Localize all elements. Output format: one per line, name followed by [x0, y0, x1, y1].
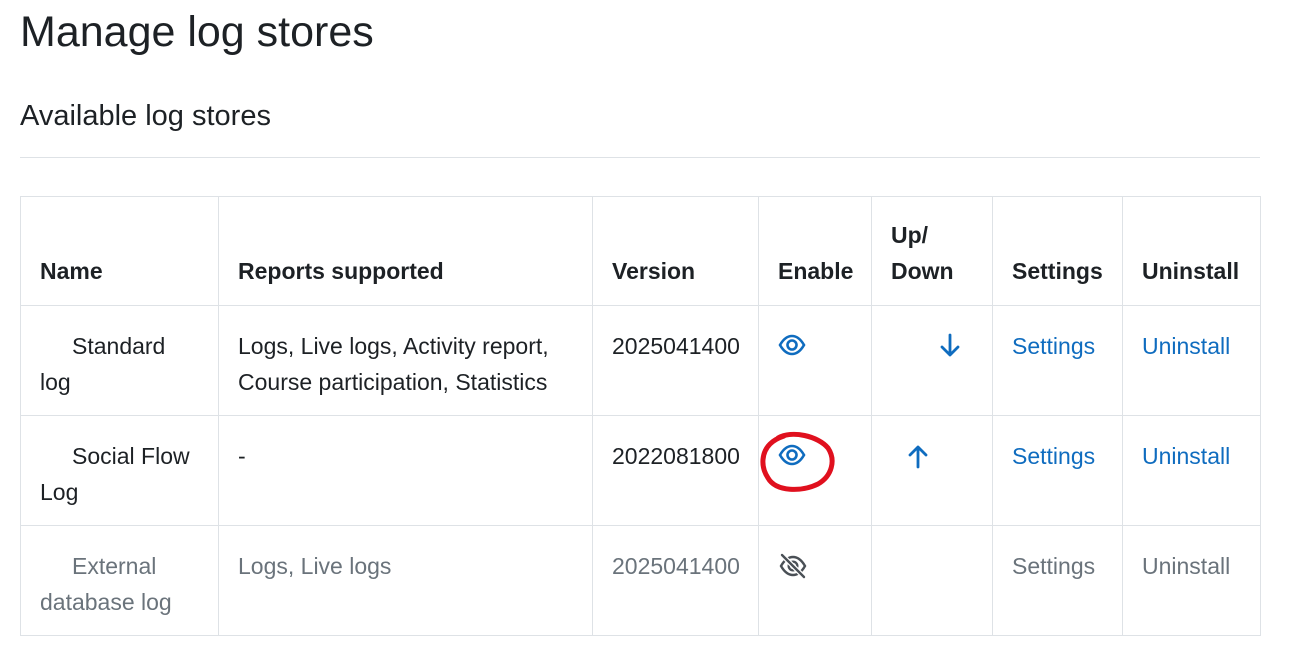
cell-uninstall: Uninstall — [1122, 415, 1261, 526]
log-stores-table: Name Reports supported Version Enable Up… — [20, 196, 1261, 636]
cell-settings: Settings — [992, 305, 1123, 416]
table-row: Social Flow Log - 2022081800 Settings Uni… — [20, 415, 1261, 526]
settings-link[interactable]: Settings — [1012, 443, 1095, 469]
cell-settings: Settings — [992, 415, 1123, 526]
eye-icon[interactable] — [778, 328, 808, 364]
header-up-down-line-2: Down — [891, 258, 954, 284]
cell-version: 2022081800 — [592, 415, 759, 526]
cell-up-down — [871, 305, 993, 416]
eye-icon[interactable] — [778, 438, 808, 474]
cell-name: Social Flow Log — [20, 415, 219, 526]
arrow-up-icon[interactable] — [907, 438, 937, 474]
store-name-line-1: Social Flow — [72, 443, 190, 469]
header-settings: Settings — [992, 196, 1123, 306]
header-reports-supported: Reports supported — [218, 196, 593, 306]
table-row: External database log Logs, Live logs 202… — [20, 525, 1261, 636]
uninstall-link[interactable]: Uninstall — [1142, 443, 1230, 469]
table-row: Standard log Logs, Live logs, Activity re… — [20, 305, 1261, 416]
header-enable: Enable — [758, 196, 872, 306]
cell-name: Standard log — [20, 305, 219, 416]
cell-settings: Settings — [992, 525, 1123, 636]
header-name: Name — [20, 196, 219, 306]
header-up-down: Up/Down — [871, 196, 993, 306]
store-name-line-1: External — [72, 553, 157, 579]
store-name-line-1: Standard — [72, 333, 166, 359]
cell-uninstall: Uninstall — [1122, 305, 1261, 416]
cell-reports: - — [218, 415, 593, 526]
eye-slash-icon[interactable] — [778, 548, 808, 584]
cell-uninstall: Uninstall — [1122, 525, 1261, 636]
cell-version: 2025041400 — [592, 305, 759, 416]
cell-up-down — [871, 415, 993, 526]
header-up-down-line-1: Up/ — [891, 222, 929, 248]
store-name-line-2: log — [40, 369, 71, 395]
cell-reports: Logs, Live logs, Activity report, Course … — [218, 305, 593, 416]
table-header-row: Name Reports supported Version Enable Up… — [20, 196, 1261, 306]
cell-version: 2025041400 — [592, 525, 759, 636]
page-title: Manage log stores — [20, 8, 374, 56]
header-uninstall: Uninstall — [1122, 196, 1261, 306]
reports-line-1: Logs, Live logs, Activity report, — [238, 333, 549, 359]
reports-line-2: Course participation, Statistics — [238, 369, 548, 395]
cell-enable — [758, 305, 872, 416]
uninstall-link[interactable]: Uninstall — [1142, 553, 1230, 579]
arrow-down-icon[interactable] — [939, 328, 969, 364]
section-title: Available log stores — [20, 100, 271, 132]
reports-line-1: Logs, Live logs — [238, 553, 392, 579]
settings-link[interactable]: Settings — [1012, 553, 1095, 579]
cell-enable — [758, 415, 872, 526]
settings-link[interactable]: Settings — [1012, 333, 1095, 359]
cell-reports: Logs, Live logs — [218, 525, 593, 636]
store-name-line-2: Log — [40, 479, 79, 505]
cell-name: External database log — [20, 525, 219, 636]
cell-up-down — [871, 525, 993, 636]
reports-line-1: - — [238, 443, 246, 469]
header-version: Version — [592, 196, 759, 306]
section-divider — [20, 157, 1260, 158]
cell-enable — [758, 525, 872, 636]
uninstall-link[interactable]: Uninstall — [1142, 333, 1230, 359]
store-name-line-2: database log — [40, 589, 172, 615]
